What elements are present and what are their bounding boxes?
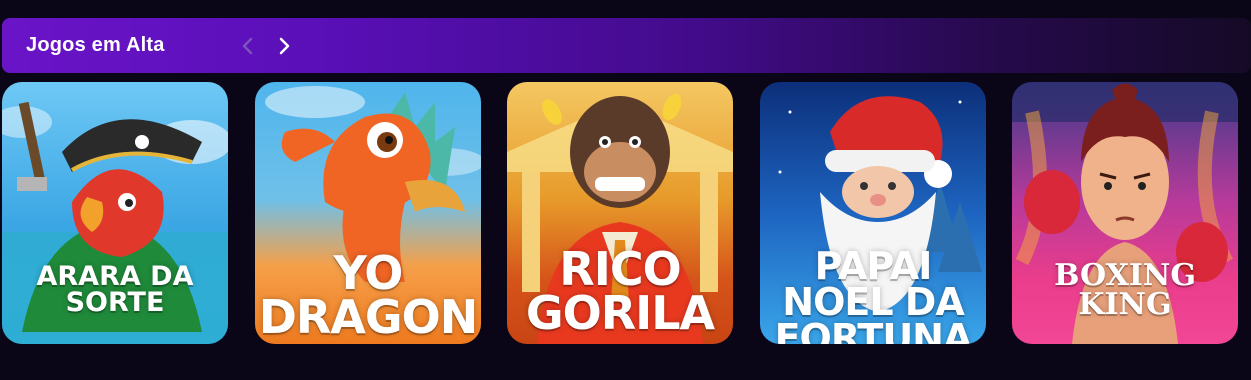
game-title: BOXING KING bbox=[1054, 258, 1196, 322]
game-card-arara-da-sorte[interactable]: ARARA DA SORTE bbox=[2, 82, 228, 344]
game-card-yo-dragon[interactable]: YO DRAGON bbox=[255, 82, 481, 344]
carousel-next-button[interactable] bbox=[276, 18, 292, 73]
game-title: ARARA DA SORTE bbox=[36, 261, 194, 318]
game-card-boxing-king[interactable]: BOXING KING bbox=[1012, 82, 1238, 344]
carousel-prev-button[interactable] bbox=[240, 18, 256, 73]
section-title: Jogos em Alta bbox=[26, 34, 165, 56]
game-card-rico-gorila[interactable]: RICO GORILA bbox=[507, 82, 733, 344]
game-title: PAPAI NOEL DA FORTUNA bbox=[774, 244, 973, 344]
chevron-left-icon bbox=[242, 37, 253, 54]
section-header: Jogos em Alta bbox=[2, 18, 1251, 73]
game-card-papai-noel-da-fortuna[interactable]: PAPAI NOEL DA FORTUNA bbox=[760, 82, 986, 344]
games-carousel: ARARA DA SORTE YO DRAGON RICO GORILA PAP… bbox=[2, 82, 1251, 344]
chevron-right-icon bbox=[279, 37, 290, 54]
game-title: YO DRAGON bbox=[258, 246, 479, 344]
game-title: RICO GORILA bbox=[525, 242, 715, 340]
